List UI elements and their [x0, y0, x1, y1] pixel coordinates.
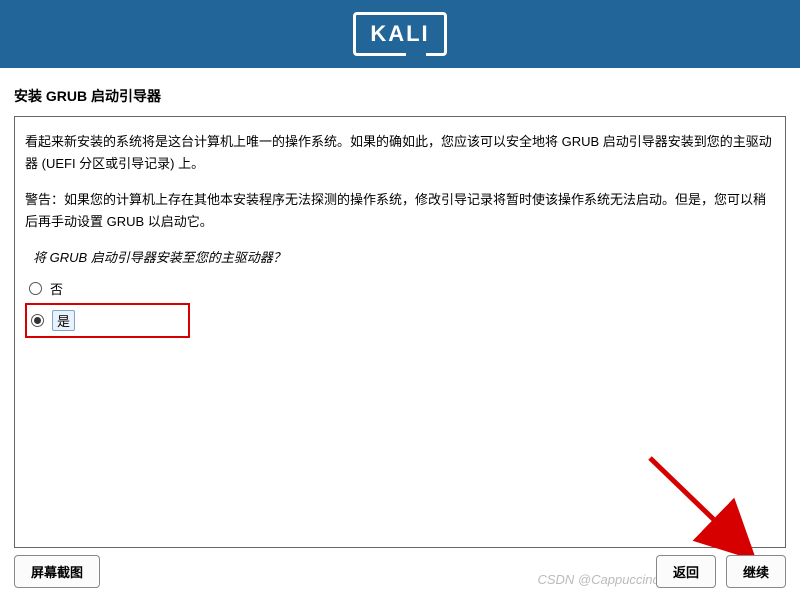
- continue-button[interactable]: 继续: [726, 555, 786, 588]
- radio-yes-label: 是: [52, 310, 75, 331]
- option-yes-highlighted[interactable]: 是: [25, 303, 190, 338]
- kali-logo: KALI: [353, 12, 446, 56]
- install-question: 将 GRUB 启动引导器安装至您的主驱动器？: [33, 247, 775, 266]
- radio-no-icon: [29, 282, 42, 295]
- option-no[interactable]: 否: [25, 274, 775, 303]
- description-paragraph-1: 看起来新安装的系统将是这台计算机上唯一的操作系统。如果的确如此，您应该可以安全地…: [25, 131, 775, 175]
- footer-bar: 屏幕截图 返回 继续: [14, 555, 786, 588]
- radio-no-label: 否: [50, 279, 63, 298]
- main-panel: 看起来新安装的系统将是这台计算机上唯一的操作系统。如果的确如此，您应该可以安全地…: [14, 116, 786, 548]
- back-button[interactable]: 返回: [656, 555, 716, 588]
- description-paragraph-2: 警告：如果您的计算机上存在其他本安装程序无法探测的操作系统，修改引导记录将暂时使…: [25, 189, 775, 233]
- page-title: 安装 GRUB 启动引导器: [0, 68, 800, 116]
- screenshot-button[interactable]: 屏幕截图: [14, 555, 100, 588]
- header-banner: KALI: [0, 0, 800, 68]
- radio-yes-icon: [31, 314, 44, 327]
